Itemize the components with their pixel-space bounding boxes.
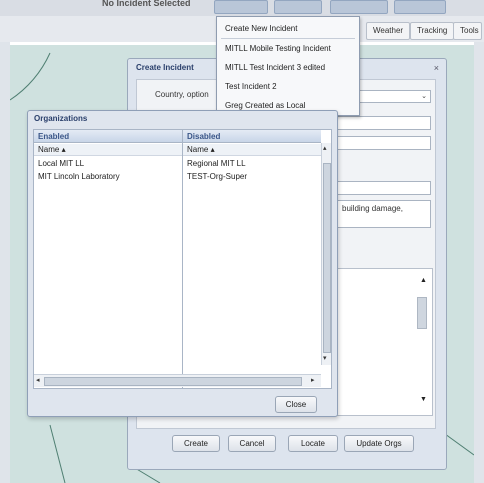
organizations-title: Organizations	[34, 114, 88, 123]
left-panel-edge	[0, 42, 10, 483]
incidents-dropdown: Create New Incident MITLL Mobile Testing…	[216, 16, 360, 116]
scrollbar-thumb[interactable]	[44, 377, 302, 386]
incident-name-field[interactable]	[337, 116, 431, 130]
menu-item-incident[interactable]: Test Incident 2	[225, 82, 277, 91]
rooms-menu-button[interactable]	[274, 0, 322, 14]
scroll-up-icon[interactable]: ▲	[420, 277, 427, 284]
tab-tools[interactable]: Tools	[453, 22, 482, 40]
map-road-line	[49, 424, 66, 483]
description-text: building damage,	[342, 204, 403, 213]
menu-item-create-new-incident[interactable]: Create New Incident	[225, 24, 297, 33]
scrollbar-thumb[interactable]	[417, 297, 427, 329]
vertical-scrollbar[interactable]: ▴ ▾	[321, 143, 331, 365]
user-menu-button[interactable]	[394, 0, 446, 14]
scroll-down-icon[interactable]: ▾	[323, 354, 327, 362]
cancel-button[interactable]: Cancel	[228, 435, 276, 452]
tab-weather[interactable]: Weather	[366, 22, 411, 40]
scroll-down-icon[interactable]: ▼	[420, 396, 427, 403]
update-orgs-button[interactable]: Update Orgs	[344, 435, 414, 452]
enabled-header: Enabled	[34, 130, 182, 143]
dialog-title: Create Incident	[136, 63, 194, 72]
chevron-down-icon[interactable]: ⌄	[421, 92, 427, 100]
create-button[interactable]: Create	[172, 435, 220, 452]
no-incident-label: No Incident Selected	[102, 0, 191, 8]
organizations-dialog: Organizations Enabled Disabled Name ▴ Na…	[27, 110, 338, 417]
right-panel-edge	[474, 42, 484, 483]
menu-item-incident[interactable]: MITLL Mobile Testing Incident	[225, 44, 331, 53]
incident-type-field[interactable]	[337, 136, 431, 150]
enabled-name-column[interactable]: Name ▴	[34, 144, 182, 156]
top-bar: No Incident Selected	[0, 0, 484, 16]
enabled-org-row[interactable]: Local MIT LL	[34, 158, 182, 169]
menu-separator	[221, 38, 355, 39]
column-divider	[182, 130, 183, 388]
scrollbar-thumb[interactable]	[323, 163, 331, 353]
description-field[interactable]: building damage,	[337, 200, 431, 228]
horizontal-scrollbar[interactable]: ◂ ▸	[34, 374, 321, 387]
scroll-up-icon[interactable]: ▴	[323, 144, 327, 152]
country-select[interactable]: ⌄	[349, 90, 431, 103]
close-button[interactable]: Close	[275, 396, 317, 413]
disabled-org-row[interactable]: TEST-Org-Super	[183, 171, 321, 182]
tab-tracking[interactable]: Tracking	[410, 22, 455, 40]
scroll-left-icon[interactable]: ◂	[36, 376, 40, 384]
disabled-name-column[interactable]: Name ▴	[183, 144, 321, 156]
country-label: Country, option	[155, 90, 209, 99]
menu-item-incident[interactable]: MITLL Test Incident 3 edited	[225, 63, 325, 72]
menu-item-incident[interactable]: Greg Created as Local	[225, 101, 306, 110]
map-road-line	[10, 52, 51, 101]
disabled-org-row[interactable]: Regional MIT LL	[183, 158, 321, 169]
enabled-org-row[interactable]: MIT Lincoln Laboratory	[34, 171, 182, 182]
close-icon[interactable]: ×	[434, 63, 439, 73]
settings-list[interactable]: ▲ ▼	[333, 268, 433, 416]
disabled-header: Disabled	[183, 130, 321, 143]
collab-menu-button[interactable]	[330, 0, 388, 14]
organizations-lists: Enabled Disabled Name ▴ Name ▴ Local MIT…	[33, 129, 332, 389]
location-field[interactable]	[337, 181, 431, 195]
scroll-right-icon[interactable]: ▸	[311, 376, 315, 384]
incidents-menu-button[interactable]	[214, 0, 268, 14]
locate-button[interactable]: Locate	[288, 435, 338, 452]
